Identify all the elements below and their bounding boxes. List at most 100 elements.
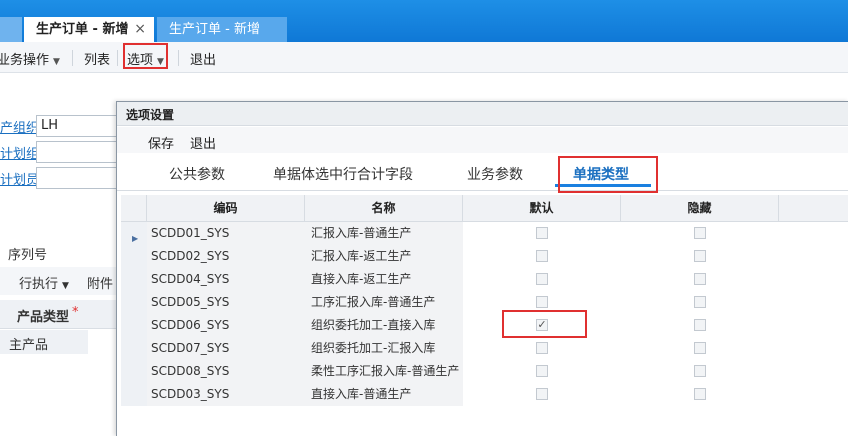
- default-checkbox[interactable]: [536, 250, 548, 262]
- column-header-hidden[interactable]: 隐藏: [621, 195, 779, 221]
- name-cell: 汇报入库-普通生产: [305, 222, 463, 245]
- row-exec-menu[interactable]: 行执行 ▼: [19, 273, 69, 292]
- hidden-checkbox[interactable]: [694, 319, 706, 331]
- business-ops-menu[interactable]: 业务操作 ▼: [0, 49, 60, 68]
- row-indicator-header: [121, 195, 147, 221]
- hidden-cell: [621, 291, 779, 314]
- row-indicator: [121, 291, 147, 314]
- code-cell: SCDD04_SYS: [147, 268, 305, 291]
- table-row[interactable]: SCDD07_SYS 组织委托加工-汇报入库: [121, 337, 848, 360]
- entry-toolbar: 行执行 ▼ 附件: [0, 267, 120, 295]
- default-checkbox[interactable]: [536, 342, 548, 354]
- column-header-code[interactable]: 编码: [147, 195, 305, 221]
- default-checkbox[interactable]: [536, 388, 548, 400]
- hidden-cell: [621, 383, 779, 406]
- row-indicator: [121, 268, 147, 291]
- hidden-checkbox[interactable]: [694, 250, 706, 262]
- dialog-toolbar: 保存 退出: [117, 127, 848, 153]
- plan-group-label[interactable]: 计划组: [0, 143, 39, 162]
- code-cell: SCDD02_SYS: [147, 245, 305, 268]
- row-indicator: ▶: [121, 222, 147, 245]
- org-label[interactable]: 产组织: [0, 117, 39, 136]
- tab-production-order-new-active[interactable]: 生产订单 - 新增 ×: [24, 17, 154, 42]
- dialog-title: 选项设置: [117, 102, 848, 126]
- default-checkbox[interactable]: [536, 365, 548, 377]
- code-cell: SCDD06_SYS: [147, 314, 305, 337]
- code-cell: SCDD01_SYS: [147, 222, 305, 245]
- name-cell: 组织委托加工-汇报入库: [305, 337, 463, 360]
- close-icon[interactable]: ×: [134, 17, 146, 42]
- row-indicator: [121, 360, 147, 383]
- planner-label[interactable]: 计划员: [0, 169, 39, 188]
- hidden-checkbox[interactable]: [694, 273, 706, 285]
- document-type-tab-highlight-box: [558, 156, 658, 193]
- exit-button[interactable]: 退出: [190, 133, 216, 152]
- hidden-cell: [621, 222, 779, 245]
- table-row[interactable]: SCDD02_SYS 汇报入库-返工生产: [121, 245, 848, 268]
- current-row-arrow-icon: ▶: [132, 234, 139, 243]
- product-type-cell: 主产品: [9, 338, 49, 353]
- tab-overflow-stub[interactable]: [0, 17, 22, 42]
- org-input[interactable]: LH: [36, 115, 120, 137]
- name-cell: 组织委托加工-直接入库: [305, 314, 463, 337]
- hidden-cell: [621, 268, 779, 291]
- tab-label: 生产订单 - 新增: [36, 22, 129, 37]
- dialog-tabs: 公共参数 单据体选中行合计字段 业务参数 单据类型: [117, 154, 848, 191]
- toolbar-divider: [72, 50, 73, 66]
- exit-button[interactable]: 退出: [190, 49, 216, 68]
- default-cell: [463, 268, 621, 291]
- plan-group-input[interactable]: [36, 141, 120, 163]
- required-mark: *: [72, 305, 79, 320]
- list-button[interactable]: 列表: [84, 49, 110, 68]
- hidden-checkbox[interactable]: [694, 227, 706, 239]
- code-cell: SCDD03_SYS: [147, 383, 305, 406]
- row-indicator: [121, 337, 147, 360]
- entry-grid-header: 产品类型 *: [0, 300, 120, 329]
- entry-grid-row[interactable]: 主产品: [0, 330, 88, 354]
- options-dialog: 选项设置 保存 退出 公共参数 单据体选中行合计字段 业务参数 单据类型 编码 …: [116, 101, 848, 436]
- default-cell: [463, 383, 621, 406]
- default-checkbox-highlight-box: [502, 310, 587, 338]
- name-cell: 直接入库-普通生产: [305, 383, 463, 406]
- default-cell: [463, 360, 621, 383]
- table-row[interactable]: SCDD03_SYS 直接入库-普通生产: [121, 383, 848, 406]
- default-cell: [463, 222, 621, 245]
- hidden-checkbox[interactable]: [694, 365, 706, 377]
- tab-business-params[interactable]: 业务参数: [467, 164, 523, 184]
- name-cell: 柔性工序汇报入库-普通生产: [305, 360, 463, 383]
- hidden-cell: [621, 337, 779, 360]
- default-cell: [463, 245, 621, 268]
- row-indicator: [121, 245, 147, 268]
- default-checkbox[interactable]: [536, 296, 548, 308]
- table-row[interactable]: SCDD05_SYS 工序汇报入库-普通生产: [121, 291, 848, 314]
- attachment-button[interactable]: 附件: [87, 273, 113, 292]
- options-highlight-box: [123, 43, 168, 69]
- row-indicator: [121, 383, 147, 406]
- table-row[interactable]: SCDD04_SYS 直接入库-返工生产: [121, 268, 848, 291]
- name-cell: 汇报入库-返工生产: [305, 245, 463, 268]
- tab-public-params[interactable]: 公共参数: [169, 164, 225, 184]
- tab-label: 生产订单 - 新增: [169, 22, 260, 37]
- hidden-cell: [621, 360, 779, 383]
- chevron-down-icon: ▼: [62, 281, 69, 291]
- name-cell: 直接入库-返工生产: [305, 268, 463, 291]
- column-header-name[interactable]: 名称: [305, 195, 463, 221]
- default-checkbox[interactable]: [536, 227, 548, 239]
- hidden-checkbox[interactable]: [694, 342, 706, 354]
- hidden-cell: [621, 245, 779, 268]
- planner-input[interactable]: [36, 167, 120, 189]
- grid-header: 编码 名称 默认 隐藏: [121, 195, 848, 222]
- table-row[interactable]: ▶ SCDD01_SYS 汇报入库-普通生产: [121, 222, 848, 245]
- row-exec-label: 行执行: [19, 277, 59, 292]
- column-header-default[interactable]: 默认: [463, 195, 621, 221]
- table-row[interactable]: SCDD06_SYS 组织委托加工-直接入库 ✓: [121, 314, 848, 337]
- default-checkbox[interactable]: [536, 273, 548, 285]
- tab-selected-row-sum-fields[interactable]: 单据体选中行合计字段: [273, 164, 413, 184]
- tab-production-order-new[interactable]: 生产订单 - 新增: [157, 17, 287, 42]
- save-button[interactable]: 保存: [148, 133, 174, 152]
- hidden-checkbox[interactable]: [694, 388, 706, 400]
- business-ops-label: 业务操作: [0, 53, 50, 68]
- table-row[interactable]: SCDD08_SYS 柔性工序汇报入库-普通生产: [121, 360, 848, 383]
- hidden-cell: [621, 314, 779, 337]
- hidden-checkbox[interactable]: [694, 296, 706, 308]
